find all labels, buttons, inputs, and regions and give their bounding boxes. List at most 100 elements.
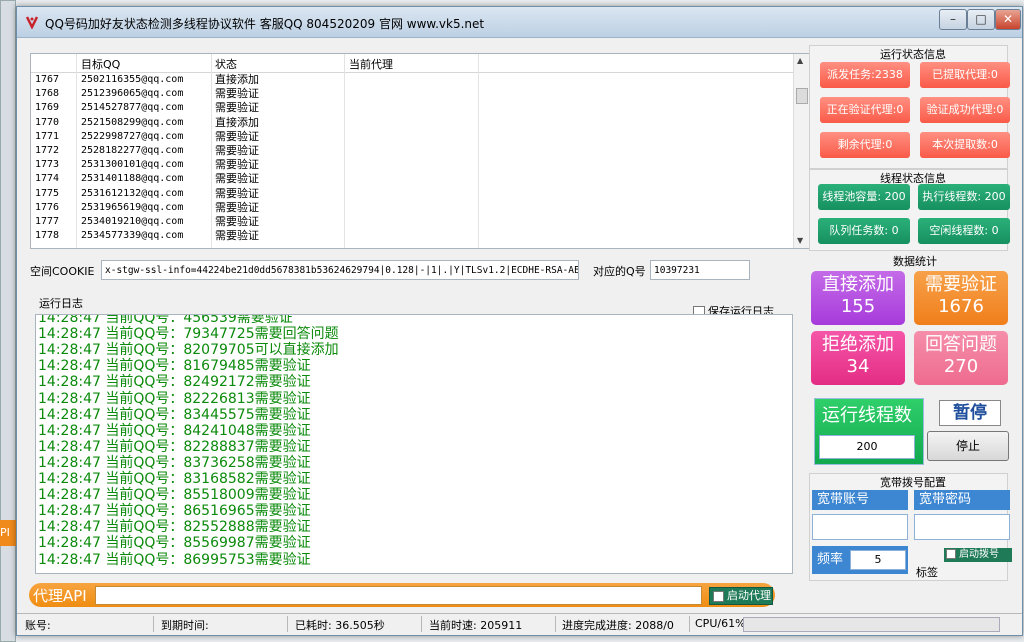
row-number: 1769 <box>35 102 60 114</box>
status-expire: 到期时间: <box>161 619 209 632</box>
direct-add-tile: 直接添加 155 <box>811 271 905 325</box>
table-row[interactable]: 1770 2521508299@qq.com 直接添加 <box>31 116 793 130</box>
minimize-button[interactable]: – <box>939 9 967 30</box>
table-row[interactable]: 1774 2531401188@qq.com 需要验证 <box>31 172 793 186</box>
row-number: 1770 <box>35 116 60 128</box>
extracted-proxy-badge: 已提取代理:0 <box>920 62 1010 88</box>
table-row[interactable]: 1776 2531965619@qq.com 需要验证 <box>31 201 793 215</box>
tag-label: 标签 <box>916 566 938 579</box>
table-row[interactable]: 1767 2502116355@qq.com 直接添加 <box>31 73 793 87</box>
stats-title: 数据统计 <box>893 255 937 268</box>
answer-question-value: 270 <box>943 356 979 377</box>
table-row[interactable]: 1773 2531300101@qq.com 需要验证 <box>31 158 793 172</box>
table-scrollbar[interactable]: ▲ ▼ <box>793 54 809 248</box>
scroll-down-icon[interactable]: ▼ <box>797 236 803 245</box>
status-speed: 当前时速: 205911 <box>429 619 523 632</box>
checkbox-icon[interactable] <box>713 590 724 602</box>
proxy-api-input[interactable] <box>95 586 702 605</box>
reject-add-value: 34 <box>846 356 870 377</box>
row-status: 需要验证 <box>215 215 259 228</box>
need-verify-label: 需要验证 <box>925 274 997 295</box>
log-line: 14:28:47 当前QQ号：86516965需要验证 <box>38 503 311 520</box>
window-title: QQ号码加好友状态检测多线程协议软件 客服QQ 804520209 官网 www… <box>45 17 485 31</box>
row-qq: 2534577339@qq.com <box>81 230 184 242</box>
cookie-label: 空间COOKIE <box>30 265 95 278</box>
row-qq: 2512396065@qq.com <box>81 88 184 100</box>
log-line: 14:28:47 当前QQ号：83736258需要验证 <box>38 454 311 471</box>
table-row[interactable]: 1769 2514527877@qq.com 需要验证 <box>31 101 793 115</box>
row-status: 需要验证 <box>215 229 259 243</box>
start-proxy-checkbox[interactable]: 启动代理 <box>709 587 773 605</box>
thread-count-input[interactable]: 200 <box>819 435 915 459</box>
checkbox-icon[interactable] <box>946 549 956 559</box>
row-status: 需要验证 <box>215 144 259 157</box>
cookie-input[interactable]: x-stgw-ssl-info=44224be21d0dd5678381b536… <box>101 260 579 280</box>
table-row[interactable]: 1768 2512396065@qq.com 需要验证 <box>31 87 793 101</box>
log-title: 运行日志 <box>39 297 83 310</box>
scroll-up-icon[interactable]: ▲ <box>797 56 803 65</box>
row-qq: 2528182277@qq.com <box>81 145 184 156</box>
start-proxy-label: 启动代理 <box>727 589 771 602</box>
column-header-qq[interactable]: 目标QQ <box>81 56 120 72</box>
log-line: 14:28:47 当前QQ号：45653​9需要验证 <box>38 314 293 326</box>
row-number: 1768 <box>35 88 60 100</box>
thread-count-label: 运行线程数 <box>822 405 912 426</box>
answer-question-tile: 回答问题 270 <box>914 331 1008 385</box>
verifying-proxy-badge: 正在验证代理:0 <box>820 97 910 123</box>
column-header-proxy[interactable]: 当前代理 <box>349 56 393 72</box>
log-line: 14:28:47 当前QQ号：82492172需要验证 <box>38 374 311 391</box>
broadband-account-input[interactable] <box>812 514 908 540</box>
column-header-status[interactable]: 状态 <box>215 56 237 72</box>
row-qq: 2522998727@qq.com <box>81 130 184 142</box>
this-extracted-badge: 本次提取数:0 <box>920 132 1010 158</box>
qq-number-input[interactable]: 10397231 <box>650 260 750 280</box>
row-status: 需要验证 <box>215 172 259 186</box>
log-line: 14:28:47 当前QQ号：84241048需要验证 <box>38 422 311 439</box>
start-dial-checkbox[interactable]: 启动拨号 <box>944 548 1012 562</box>
frequency-input[interactable]: 5 <box>850 550 906 570</box>
pause-indicator[interactable]: 暂停 <box>939 400 1001 426</box>
status-separator <box>421 616 422 632</box>
log-line: 14:28:47 当前QQ号：83445575需要验证 <box>38 406 311 423</box>
app-icon <box>25 16 39 29</box>
close-button[interactable]: ✕ <box>995 9 1021 30</box>
main-window: QQ号码加好友状态检测多线程协议软件 客服QQ 804520209 官网 www… <box>16 6 1023 636</box>
status-account: 账号: <box>25 619 51 632</box>
table-row[interactable]: 1772 2528182277@qq.com 需要验证 <box>31 144 793 158</box>
row-qq: 2531612132@qq.com <box>81 187 184 199</box>
scroll-thumb[interactable] <box>796 88 808 104</box>
stop-button[interactable]: 停止 <box>927 431 1009 461</box>
row-qq: 2531300101@qq.com <box>81 159 184 171</box>
row-qq: 2534019210@qq.com <box>81 216 184 227</box>
table-row[interactable]: 1778 2534577339@qq.com 需要验证 <box>31 229 793 243</box>
broadband-password-input[interactable] <box>914 514 1010 540</box>
row-status: 需要验证 <box>215 186 259 200</box>
table-row[interactable]: 1771 2522998727@qq.com 需要验证 <box>31 130 793 144</box>
thread-status-group: 线程状态信息 线程池容量: 200 执行线程数: 200 队列任务数: 0 空闲… <box>809 169 1010 251</box>
log-line: 14:28:47 当前QQ号：82079705可以直接添加 <box>38 342 339 359</box>
idle-threads-badge: 空闲线程数: 0 <box>918 218 1010 244</box>
dispatched-tasks-badge: 派发任务:2338 <box>820 62 910 88</box>
status-separator <box>287 616 288 632</box>
broadband-title: 宽带拨号配置 <box>880 476 946 489</box>
background-tab: PI <box>0 520 16 546</box>
start-dial-label: 启动拨号 <box>959 549 999 560</box>
log-line: 14:28:47 当前QQ号：86995753需要验证 <box>38 551 311 568</box>
frequency-label: 频率 <box>817 552 844 567</box>
maximize-button[interactable]: □ <box>967 9 995 30</box>
status-separator <box>555 616 556 632</box>
thread-count-panel: 运行线程数 200 <box>814 398 924 465</box>
remaining-proxy-badge: 剩余代理:0 <box>820 132 910 158</box>
row-number: 1771 <box>35 130 60 142</box>
log-output[interactable]: 14:28:47 当前QQ号：45653​9需要验证 14:28:47 当前QQ号… <box>35 314 793 574</box>
table-row[interactable]: 1777 2534019210@qq.com 需要验证 <box>31 215 793 229</box>
table-row[interactable]: 1775 2531612132@qq.com 需要验证 <box>31 187 793 201</box>
row-number: 1772 <box>35 145 60 156</box>
row-number: 1777 <box>35 216 60 227</box>
broadband-group: 宽带拨号配置 宽带账号 宽带密码 频率 5 启动拨号 标签 <box>809 473 1012 581</box>
row-qq: 2502116355@qq.com <box>81 74 184 85</box>
verified-proxy-badge: 验证成功代理:0 <box>920 97 1010 123</box>
status-bar: 账号: 到期时间: 已耗时: 36.505秒 当前时速: 205911 进度完成… <box>17 613 1022 634</box>
result-table[interactable]: 目标QQ 状态 当前代理 1767 2502116355@qq.com 直接添加 17… <box>30 53 810 249</box>
row-number: 1773 <box>35 159 60 171</box>
